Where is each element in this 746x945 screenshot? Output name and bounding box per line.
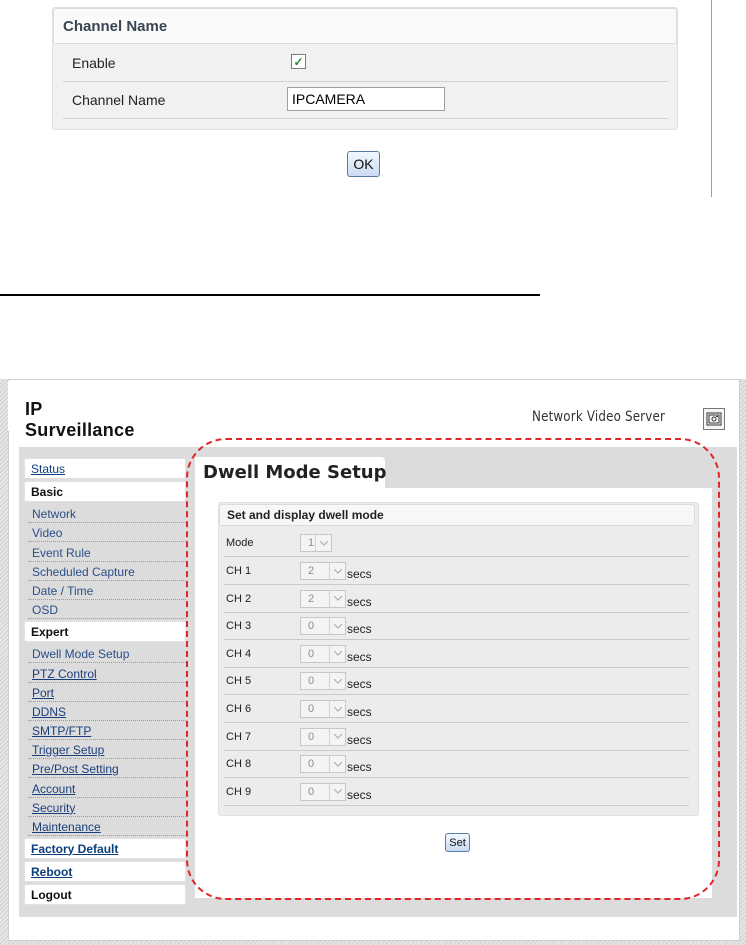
sidebar-section-expert: Expert <box>24 621 186 643</box>
channel-label: CH 9 <box>226 785 252 798</box>
channel-dwell-select[interactable]: 0 <box>300 727 346 746</box>
channel-row: CH 8 0 secs <box>224 751 689 779</box>
channel-row: CH 6 0 secs <box>224 696 689 723</box>
sidebar-section-basic: Basic <box>24 481 186 502</box>
sidebar-item-account[interactable]: Account <box>28 778 186 798</box>
channel-row: CH 3 0 secs <box>224 613 689 641</box>
channel-dwell-select[interactable]: 2 <box>300 562 346 580</box>
unit-label: secs <box>347 622 372 637</box>
channel-name-label: Channel Name <box>72 92 166 108</box>
set-button[interactable]: Set <box>445 833 470 852</box>
enable-checkbox[interactable]: ✓ <box>291 54 306 69</box>
chevron-down-icon <box>329 618 345 635</box>
channel-dwell-select[interactable]: 0 <box>300 755 346 774</box>
mode-select[interactable]: 1 <box>300 534 332 552</box>
unit-label: secs <box>347 677 372 692</box>
dwell-section-header: Set and display dwell mode <box>219 504 695 526</box>
unit-label: secs <box>347 594 372 609</box>
sidebar-item-dwell-mode-setup[interactable]: Dwell Mode Setup <box>28 644 186 664</box>
unit-label: secs <box>347 649 372 664</box>
channel-name-row: Channel Name <box>63 82 668 119</box>
sidebar-item-maintenance[interactable]: Maintenance <box>28 817 186 836</box>
channel-name-input[interactable] <box>287 87 445 111</box>
unit-label: secs <box>347 705 372 719</box>
channel-dwell-select[interactable]: 0 <box>300 672 346 691</box>
chevron-down-icon <box>329 728 345 745</box>
channel-label: CH 7 <box>226 730 252 743</box>
sidebar-item-security[interactable]: Security <box>28 798 186 817</box>
channel-label: CH 2 <box>226 592 252 605</box>
channel-dwell-select[interactable]: 0 <box>300 617 346 636</box>
mode-row: Mode 1 <box>224 530 689 557</box>
channel-dwell-select[interactable]: 0 <box>300 782 346 801</box>
sidebar-item-ddns[interactable]: DDNS <box>28 702 186 721</box>
unit-label: secs <box>347 787 372 802</box>
sidebar: Status Basic Network Video Event Rule Sc… <box>24 458 186 907</box>
channel-dwell-select[interactable]: 0 <box>300 644 346 663</box>
chevron-down-icon <box>315 535 331 551</box>
separator-line <box>0 294 540 296</box>
app-title: IP Surveillance <box>25 399 135 440</box>
unit-label: secs <box>347 567 372 581</box>
chevron-down-icon <box>329 590 345 607</box>
sidebar-item-factory-default[interactable]: Factory Default <box>24 838 186 859</box>
chevron-down-icon <box>329 701 345 717</box>
channel-label: CH 5 <box>226 675 252 688</box>
divider <box>711 0 712 197</box>
unit-label: secs <box>347 760 372 775</box>
mode-label: Mode <box>226 537 254 549</box>
channel-label: CH 1 <box>226 565 252 577</box>
ok-button[interactable]: OK <box>347 151 380 177</box>
channel-dwell-select[interactable]: 0 <box>300 700 346 718</box>
sidebar-item-event-rule[interactable]: Event Rule <box>28 542 186 562</box>
sidebar-item-reboot[interactable]: Reboot <box>24 861 186 882</box>
channel-dwell-select[interactable]: 2 <box>300 589 346 608</box>
snapshot-button[interactable] <box>703 408 725 430</box>
unit-label: secs <box>347 732 372 747</box>
camera-icon <box>706 412 722 426</box>
sidebar-item-pre-post-setting[interactable]: Pre/Post Setting <box>28 759 186 779</box>
sidebar-item-status[interactable]: Status <box>24 458 186 479</box>
chevron-down-icon <box>329 783 345 800</box>
chevron-down-icon <box>329 563 345 579</box>
channel-row: CH 1 2 secs <box>224 558 689 585</box>
channel-name-header: Channel Name <box>53 8 677 44</box>
enable-row: Enable ✓ <box>63 45 668 82</box>
chevron-down-icon <box>329 673 345 690</box>
channel-label: CH 6 <box>226 703 252 715</box>
channel-row: CH 7 0 secs <box>224 724 689 751</box>
sidebar-item-port[interactable]: Port <box>28 683 186 702</box>
sidebar-item-logout[interactable]: Logout <box>24 884 186 905</box>
page-title: Dwell Mode Setup <box>203 462 387 483</box>
chevron-down-icon <box>329 645 345 662</box>
channel-label: CH 8 <box>226 758 252 771</box>
channel-label: CH 3 <box>226 620 252 633</box>
sidebar-item-video[interactable]: Video <box>28 523 186 543</box>
sidebar-item-trigger-setup[interactable]: Trigger Setup <box>28 740 186 760</box>
sidebar-item-ptz-control[interactable]: PTZ Control <box>28 663 186 683</box>
sidebar-item-network[interactable]: Network <box>28 504 186 524</box>
channel-label: CH 4 <box>226 647 252 660</box>
channel-row: CH 2 2 secs <box>224 586 689 613</box>
channel-name-panel: Channel Name Enable ✓ Channel Name <box>52 7 678 130</box>
checkmark-icon: ✓ <box>293 54 304 69</box>
product-name: Network Video Server <box>532 409 666 425</box>
sidebar-item-smtp-ftp[interactable]: SMTP/FTP <box>28 721 186 741</box>
sidebar-item-scheduled-capture[interactable]: Scheduled Capture <box>28 562 186 581</box>
sidebar-item-osd[interactable]: OSD <box>28 600 186 620</box>
channel-row: CH 5 0 secs <box>224 668 689 696</box>
sidebar-item-date-time[interactable]: Date / Time <box>28 581 186 600</box>
enable-label: Enable <box>72 55 116 71</box>
chevron-down-icon <box>329 756 345 773</box>
channel-row: CH 4 0 secs <box>224 641 689 668</box>
channel-row: CH 9 0 secs <box>224 779 689 806</box>
